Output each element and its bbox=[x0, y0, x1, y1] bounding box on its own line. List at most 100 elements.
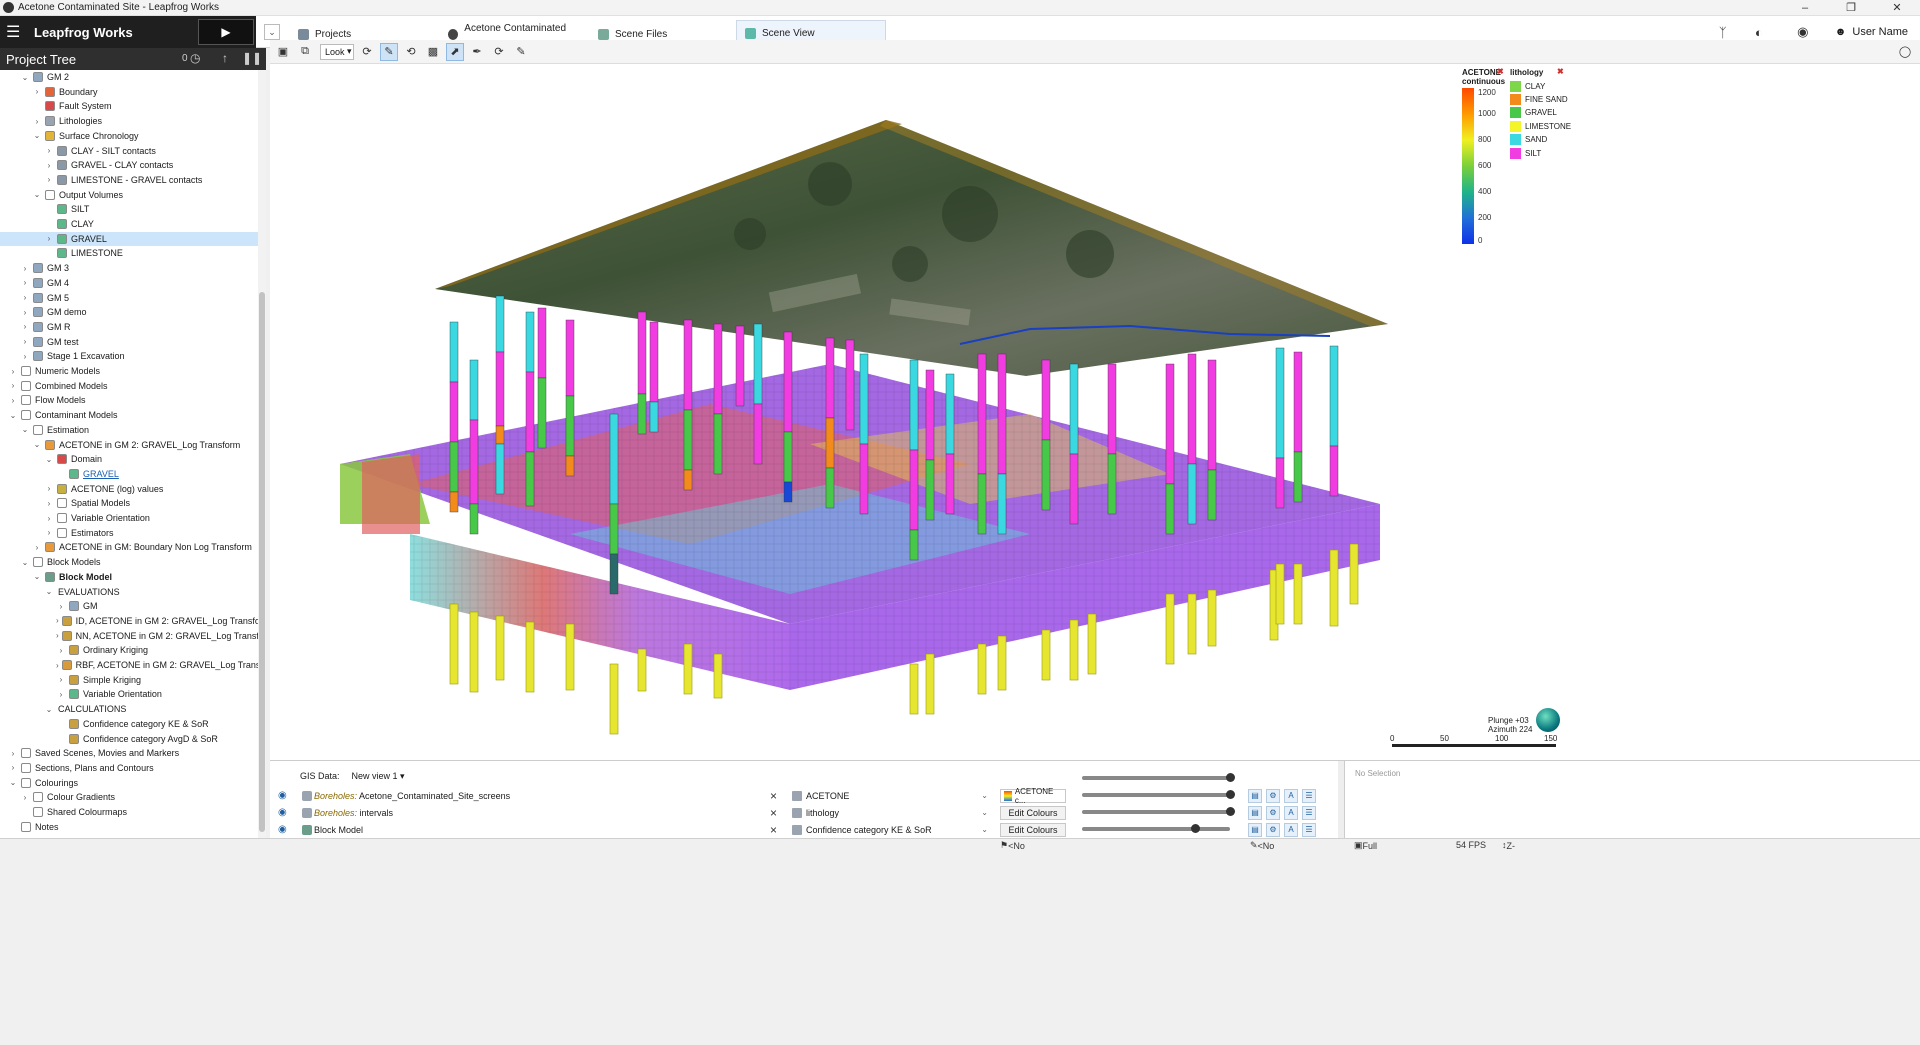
tree-item[interactable]: ⌄ Output Volumes bbox=[0, 188, 258, 202]
shape-row[interactable]: ◉ Boreholes: Acetone_Contaminated_Site_sc… bbox=[270, 787, 1340, 805]
shape-row[interactable]: ◉ Boreholes: intervals × lithology ⌄ Edit Col… bbox=[270, 804, 1340, 821]
chevron-right-icon[interactable]: › bbox=[20, 308, 30, 317]
property-select[interactable]: ACETONE ⌄ bbox=[792, 789, 988, 803]
chevron-down-icon[interactable]: ⌄ bbox=[32, 440, 42, 449]
chevron-right-icon[interactable]: › bbox=[32, 87, 42, 96]
chevron-right-icon[interactable]: › bbox=[8, 381, 18, 390]
chevron-right-icon[interactable]: › bbox=[56, 631, 59, 640]
select-pointer-icon[interactable]: ⬈ bbox=[446, 42, 464, 61]
history-icon[interactable]: ◷ bbox=[190, 51, 200, 65]
tree-item[interactable]: ⌄ ACETONE in GM 2: GRAVEL_Log Transform bbox=[0, 438, 258, 452]
chevron-right-icon[interactable]: › bbox=[56, 675, 66, 684]
label-icon[interactable]: A bbox=[1284, 805, 1298, 820]
chevron-down-icon[interactable]: ⌄ bbox=[20, 558, 30, 567]
chevron-right-icon[interactable]: › bbox=[20, 264, 30, 273]
minimize-icon[interactable]: – bbox=[1782, 0, 1828, 16]
copy-view-icon[interactable]: ⧉ bbox=[296, 43, 314, 61]
tree-item[interactable]: GRAVEL bbox=[0, 467, 258, 481]
camera-icon[interactable]: ◯ bbox=[1896, 43, 1914, 61]
chevron-right-icon[interactable]: › bbox=[20, 293, 30, 302]
remove-shape-icon[interactable]: × bbox=[770, 789, 777, 803]
chevron-right-icon[interactable]: › bbox=[44, 161, 54, 170]
chevron-right-icon[interactable]: › bbox=[20, 322, 30, 331]
tree-item[interactable]: › GM R bbox=[0, 320, 258, 334]
options-icon[interactable]: ☰ bbox=[1302, 788, 1316, 803]
chevron-down-icon[interactable]: ⌄ bbox=[32, 190, 42, 199]
tree-item[interactable]: ⌄ Domain bbox=[0, 452, 258, 466]
options-icon[interactable]: ☰ bbox=[1302, 822, 1316, 837]
tree-item[interactable]: CLAY bbox=[0, 217, 258, 231]
shape-row[interactable]: ◉ Block Model × Confidence category KE & So… bbox=[270, 821, 1340, 838]
rotate-icon[interactable]: ⟳ bbox=[358, 43, 376, 61]
tree-item[interactable]: › GM 5 bbox=[0, 291, 258, 305]
chevron-right-icon[interactable]: › bbox=[56, 602, 66, 611]
zscale-status[interactable]: ↕ Z-Scale 5.0 bbox=[1502, 840, 1529, 871]
chevron-right-icon[interactable]: › bbox=[8, 749, 18, 758]
tree-item[interactable]: Confidence category AvgD & SoR bbox=[0, 732, 258, 746]
ruler-icon[interactable]: ✎ bbox=[512, 43, 530, 61]
menu-icon[interactable]: ☰ bbox=[6, 22, 26, 42]
chevron-down-icon[interactable]: ⌄ bbox=[32, 572, 42, 581]
tree-item[interactable]: Fault System bbox=[0, 99, 258, 113]
chevron-right-icon[interactable]: › bbox=[56, 690, 66, 699]
slider-knob[interactable] bbox=[1191, 824, 1201, 833]
tree-item[interactable]: ⌄ Block Models bbox=[0, 555, 258, 569]
tree-item[interactable]: Notes bbox=[0, 820, 258, 834]
tree-item[interactable]: ⌄ EVALUATIONS bbox=[0, 585, 258, 599]
tree-item[interactable]: Shared Colourmaps bbox=[0, 805, 258, 819]
tree-item[interactable]: ⌄ GM 2 bbox=[0, 70, 258, 84]
tree-item[interactable]: › Colour Gradients bbox=[0, 790, 258, 804]
edit-colours-button[interactable]: Edit Colours bbox=[1000, 805, 1066, 820]
chevron-right-icon[interactable]: › bbox=[44, 528, 54, 537]
close-legend-icon[interactable]: ✖ bbox=[1557, 67, 1564, 76]
chevron-right-icon[interactable]: › bbox=[20, 337, 30, 346]
tree-item[interactable]: › Estimators bbox=[0, 526, 258, 540]
tree-item[interactable]: › Saved Scenes, Movies and Markers bbox=[0, 746, 258, 760]
visibility-eye-icon[interactable]: ◉ bbox=[278, 824, 287, 835]
chevron-down-icon[interactable]: ⌄ bbox=[20, 73, 30, 82]
settings-icon[interactable]: ⚙ bbox=[1266, 822, 1280, 837]
close-icon[interactable]: ✕ bbox=[1874, 0, 1920, 16]
filter-icon[interactable]: ▤ bbox=[1248, 788, 1262, 803]
options-icon[interactable]: ☰ bbox=[1302, 805, 1316, 820]
transparency-slider[interactable] bbox=[1082, 824, 1230, 833]
transparency-slider[interactable] bbox=[1082, 807, 1235, 816]
play-button[interactable]: ▶ bbox=[198, 19, 254, 45]
tree-item[interactable]: › Sections, Plans and Contours bbox=[0, 761, 258, 775]
chevron-right-icon[interactable]: › bbox=[44, 514, 54, 523]
colourmap-select[interactable]: ACETONE c... bbox=[1000, 787, 1066, 805]
slider-knob[interactable] bbox=[1226, 790, 1235, 799]
tree-item[interactable]: › Numeric Models bbox=[0, 364, 258, 378]
filter-icon[interactable]: ▤ bbox=[1248, 805, 1262, 820]
chevron-right-icon[interactable]: › bbox=[56, 646, 66, 655]
tree-item[interactable]: › Combined Models bbox=[0, 379, 258, 393]
pause-icon[interactable]: ❚❚ bbox=[242, 51, 262, 65]
sync-icon[interactable]: ◐ bbox=[1737, 25, 1781, 40]
seequent-icon[interactable]: ◉ bbox=[1781, 24, 1825, 40]
tree-item[interactable]: ⌄ CALCULATIONS bbox=[0, 702, 258, 716]
chevron-right-icon[interactable]: › bbox=[44, 146, 54, 155]
tree-item[interactable]: › Boundary bbox=[0, 85, 258, 99]
tree-item[interactable]: SILT bbox=[0, 202, 258, 216]
chevron-down-icon[interactable]: ⌄ bbox=[20, 425, 30, 434]
tree-item[interactable]: ⌄ Surface Chronology bbox=[0, 129, 258, 143]
tree-item[interactable]: › CLAY - SILT contacts bbox=[0, 144, 258, 158]
tree-item[interactable]: › ACETONE in GM: Boundary Non Log Transfo… bbox=[0, 540, 258, 554]
chevron-right-icon[interactable]: › bbox=[44, 499, 54, 508]
chevron-right-icon[interactable]: › bbox=[44, 175, 54, 184]
maximize-icon[interactable]: ❐ bbox=[1828, 0, 1874, 16]
draw-tool-icon[interactable]: ✎ bbox=[380, 42, 398, 61]
project-tree-scrollbar[interactable] bbox=[258, 70, 266, 840]
property-select[interactable]: lithology ⌄ bbox=[792, 806, 988, 820]
tree-item[interactable]: › Ordinary Kriging bbox=[0, 643, 258, 657]
chevron-right-icon[interactable]: › bbox=[44, 234, 54, 243]
tree-item[interactable]: › Variable Orientation bbox=[0, 687, 258, 701]
remove-shape-icon[interactable]: × bbox=[770, 806, 777, 820]
tree-item[interactable]: › NN, ACETONE in GM 2: GRAVEL_Log Transfo… bbox=[0, 629, 258, 643]
slider-knob[interactable] bbox=[1226, 773, 1235, 782]
chevron-right-icon[interactable]: › bbox=[8, 763, 18, 772]
tree-item[interactable]: ⌄ Block Model bbox=[0, 570, 258, 584]
tree-item[interactable]: › RBF, ACETONE in GM 2: GRAVEL_Log Transf… bbox=[0, 658, 258, 672]
tree-item[interactable]: Confidence category KE & SoR bbox=[0, 717, 258, 731]
tree-item[interactable]: › Stage 1 Excavation bbox=[0, 349, 258, 363]
